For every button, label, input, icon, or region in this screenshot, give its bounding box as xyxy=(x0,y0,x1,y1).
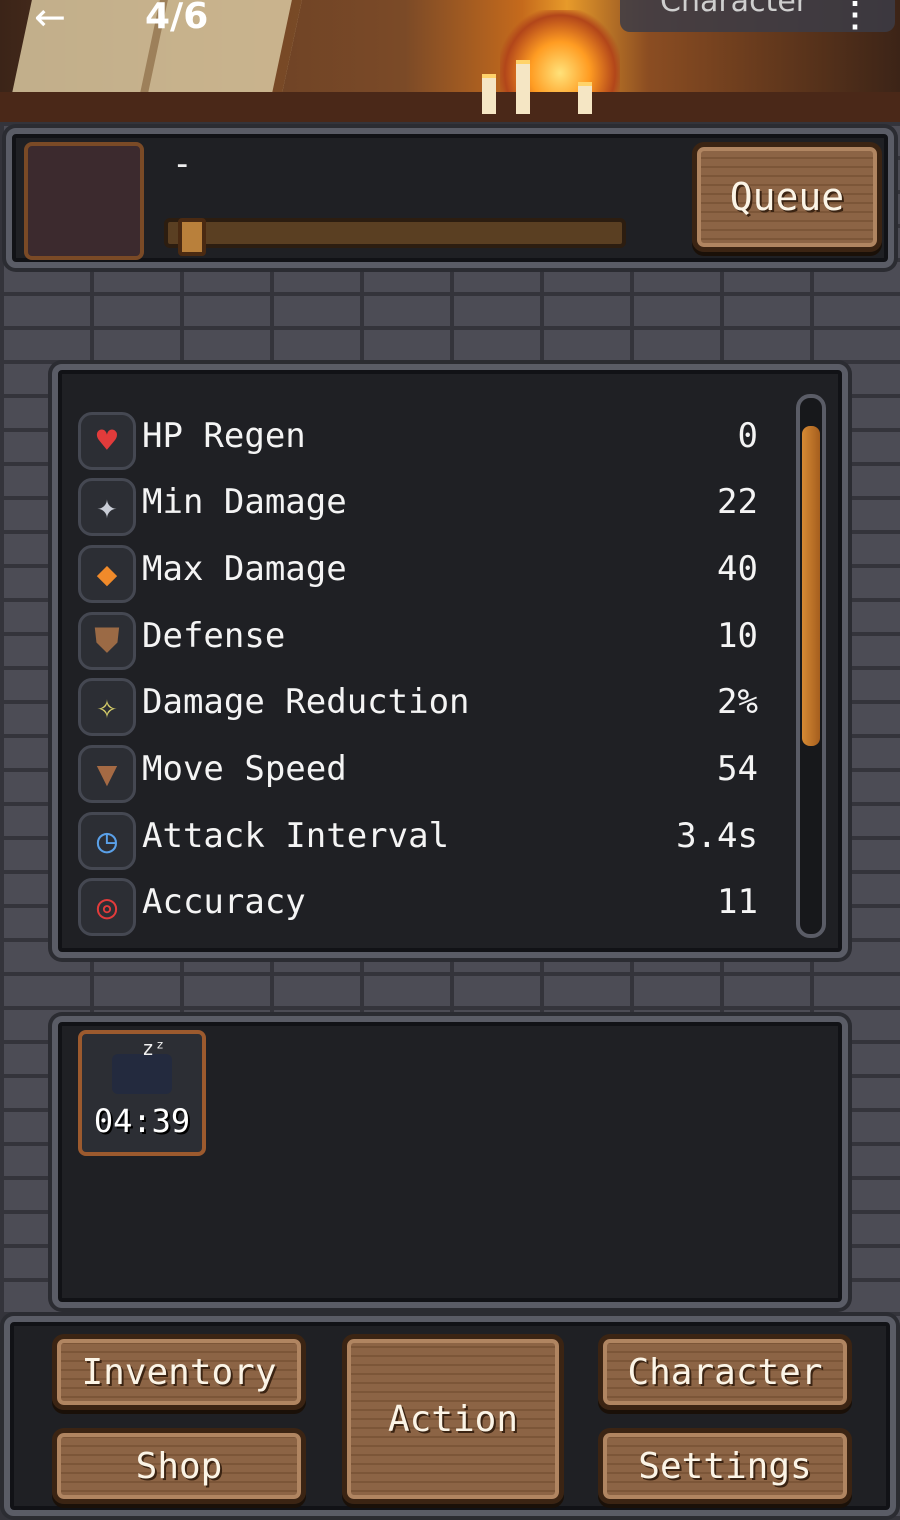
nav-inventory-button[interactable]: Inventory xyxy=(52,1334,306,1410)
flaming-sword-icon: ◆ xyxy=(78,545,136,603)
candle-icon xyxy=(516,60,530,114)
back-button[interactable]: ← xyxy=(34,0,84,40)
zz-icon: zᶻ xyxy=(142,1036,167,1060)
stats-scrollbar-thumb[interactable] xyxy=(802,426,820,746)
heart-plus-icon: ♥ xyxy=(78,412,136,470)
stat-value: 11 xyxy=(717,882,758,922)
stats-scrollbar[interactable] xyxy=(796,394,826,938)
candle-icon xyxy=(578,82,592,114)
stat-value: 0 xyxy=(737,416,758,456)
stat-row-attack-interval: ◷ Attack Interval 3.4s xyxy=(78,810,758,872)
action-icon-slot[interactable] xyxy=(24,142,144,260)
current-action-panel: - Queue xyxy=(6,128,894,268)
nav-character-button[interactable]: Character xyxy=(598,1334,852,1410)
stat-row-max-damage: ◆ Max Damage 40 xyxy=(78,543,758,605)
stat-row-defense: ⛊ Defense 10 xyxy=(78,610,758,672)
stat-label: Attack Interval xyxy=(142,816,450,856)
stat-value: 2% xyxy=(717,682,758,722)
stat-label: Defense xyxy=(142,616,286,656)
progress-knob xyxy=(178,218,206,256)
stat-label: Damage Reduction xyxy=(142,682,470,722)
stat-value: 10 xyxy=(717,616,758,656)
stat-label: Min Damage xyxy=(142,482,347,522)
arrow-left-icon: ← xyxy=(34,0,66,39)
stat-label: Accuracy xyxy=(142,882,306,922)
stats-panel: ♥ HP Regen 0 ✦ Min Damage 22 ◆ Max Damag… xyxy=(52,364,848,958)
stat-label: Move Speed xyxy=(142,749,347,789)
stat-row-damage-reduction: ✧ Damage Reduction 2% xyxy=(78,676,758,738)
buff-timer: 04:39 xyxy=(93,1102,191,1140)
queue-button[interactable]: Queue xyxy=(692,142,882,252)
stat-label: Max Damage xyxy=(142,549,347,589)
action-name: - xyxy=(172,144,193,184)
stat-value: 40 xyxy=(717,549,758,589)
kebab-vertical-icon: ⋮ xyxy=(838,0,872,35)
nav-shop-button[interactable]: Shop xyxy=(52,1428,306,1504)
sleeping-icon xyxy=(112,1054,172,1094)
stat-value: 54 xyxy=(717,749,758,789)
stat-value: 3.4s xyxy=(676,816,758,856)
sparkle-card-icon: ✧ xyxy=(78,678,136,736)
buff-slot[interactable]: zᶻ 04:39 xyxy=(78,1030,206,1156)
candle-icon xyxy=(482,74,496,114)
shelf-illustration xyxy=(0,92,900,122)
stat-value: 22 xyxy=(717,482,758,522)
clock-sword-icon: ◷ xyxy=(78,812,136,870)
menu-title: Character xyxy=(660,0,809,19)
stat-row-hp-regen: ♥ HP Regen 0 xyxy=(78,410,758,472)
action-progress-bar xyxy=(164,218,626,256)
stat-row-min-damage: ✦ Min Damage 22 xyxy=(78,476,758,538)
buffs-panel: zᶻ 04:39 xyxy=(52,1016,848,1308)
boot-icon: ▼ xyxy=(78,745,136,803)
stat-row-accuracy: ◎ Accuracy 11 xyxy=(78,876,758,938)
stat-label: HP Regen xyxy=(142,416,306,456)
nav-settings-button[interactable]: Settings xyxy=(598,1428,852,1504)
page-indicator: 4/6 xyxy=(145,0,209,37)
sword-icon: ✦ xyxy=(78,478,136,536)
more-options-button[interactable]: ⋮ xyxy=(838,0,872,36)
bottom-navigation: Inventory Shop Action Character Settings xyxy=(4,1316,896,1516)
stat-row-move-speed: ▼ Move Speed 54 xyxy=(78,743,758,805)
target-icon: ◎ xyxy=(78,878,136,936)
nav-action-button[interactable]: Action xyxy=(342,1334,564,1504)
shield-icon: ⛊ xyxy=(78,612,136,670)
